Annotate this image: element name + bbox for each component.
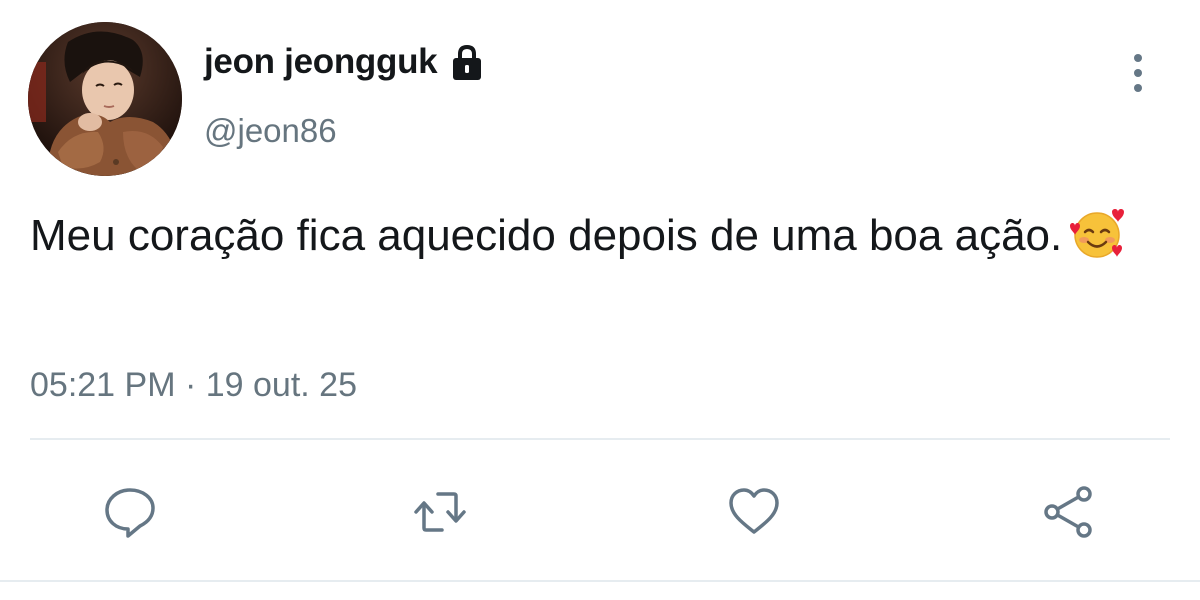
more-options-button[interactable] <box>1118 50 1158 96</box>
tweet-timestamp[interactable]: 05:21 PM · 19 out. 25 <box>30 366 357 405</box>
user-handle[interactable]: @jeon86 <box>204 112 337 150</box>
divider <box>30 438 1170 440</box>
avatar[interactable] <box>28 22 182 176</box>
bottom-divider <box>0 580 1200 582</box>
tweet-card: jeon jeongguk @jeon86 Meu coração fica a… <box>0 0 1200 600</box>
more-vertical-icon <box>1134 54 1142 92</box>
share-icon <box>1044 486 1092 538</box>
display-name[interactable]: jeon jeongguk <box>204 42 487 82</box>
reply-button[interactable] <box>102 484 158 540</box>
retweet-button[interactable] <box>412 484 468 540</box>
tweet-text: Meu coração fica aquecido depois de uma … <box>30 204 1150 264</box>
smiling-face-with-hearts-icon <box>1068 204 1126 262</box>
comment-icon <box>105 488 155 538</box>
lock-icon <box>447 42 487 82</box>
retweet-icon <box>414 492 466 532</box>
tweet-text-body: Meu coração fica aquecido depois de uma … <box>30 211 1063 260</box>
share-button[interactable] <box>1040 484 1096 540</box>
display-name-text: jeon jeongguk <box>204 42 438 81</box>
like-button[interactable] <box>726 484 782 540</box>
heart-icon <box>729 488 779 534</box>
profile-photo <box>28 22 182 176</box>
